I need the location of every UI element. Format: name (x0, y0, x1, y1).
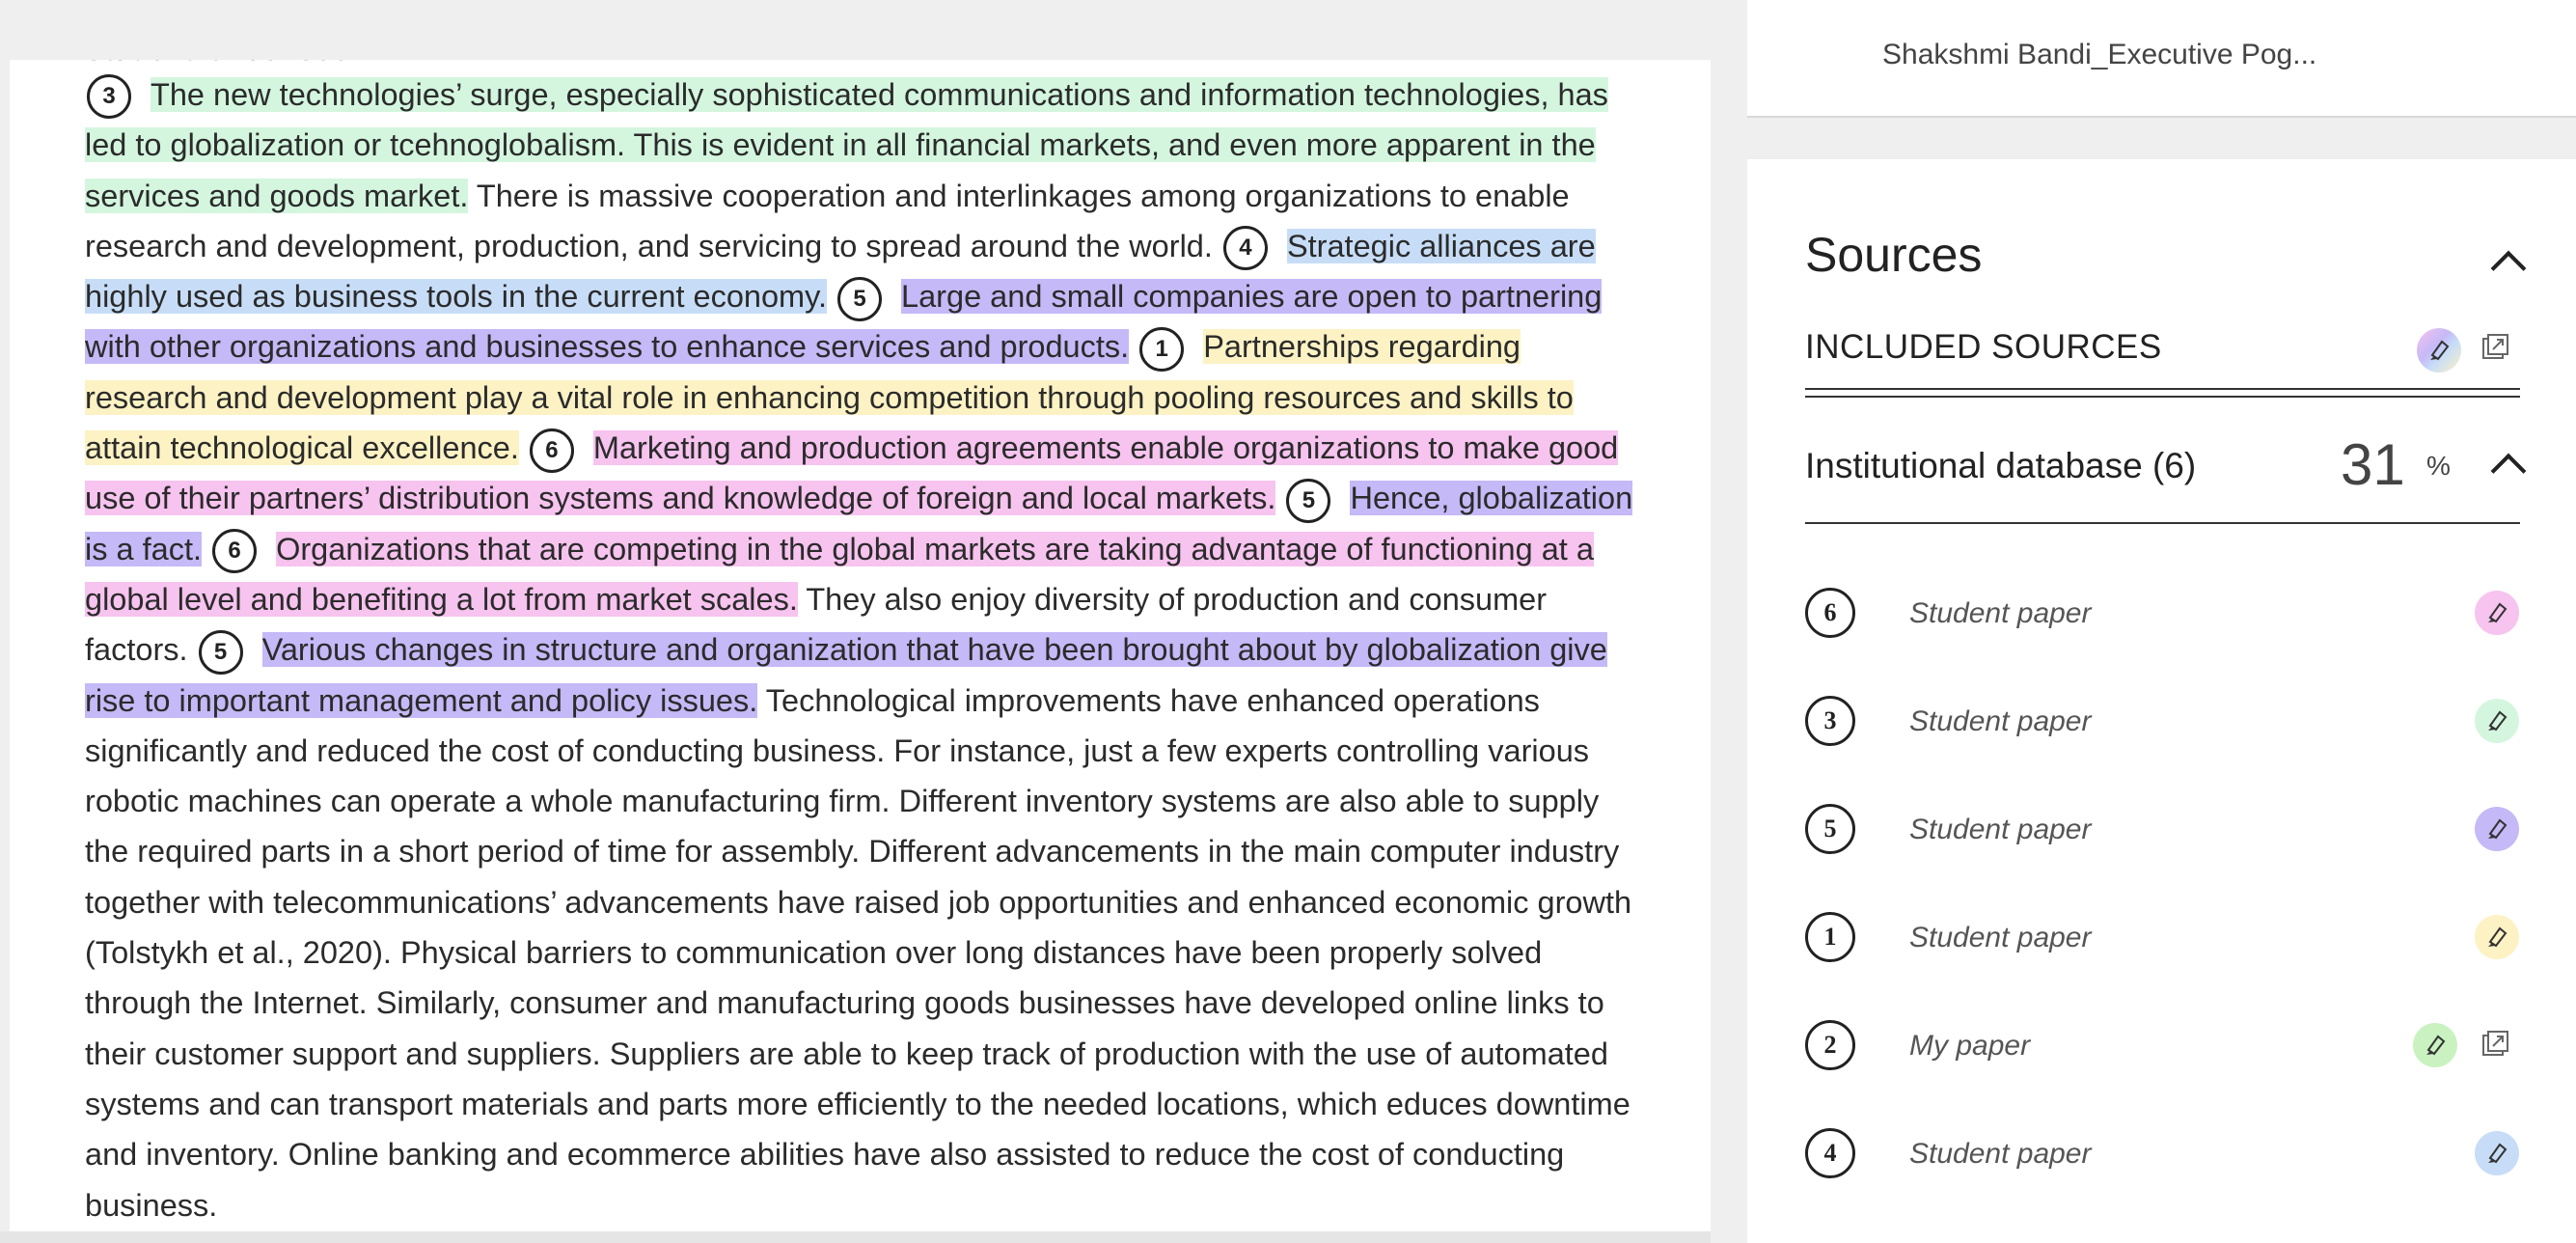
source-label: Student paper (1909, 814, 2092, 845)
document-text (1275, 481, 1284, 515)
source-match-marker[interactable]: 6 (529, 428, 574, 473)
source-label: Student paper (1909, 597, 2092, 629)
file-name: Shakshmi Bandi_Executive Pog... (1882, 39, 2317, 70)
document-clipped-header: Student id: 00289974 (83, 60, 386, 68)
source-number: 3 (1805, 696, 1855, 746)
source-row[interactable]: 4 Student paper (1805, 1117, 2520, 1194)
source-row[interactable]: 5 Student paper (1805, 792, 2520, 870)
source-number: 1 (1805, 912, 1855, 962)
source-match-marker[interactable]: 6 (212, 529, 258, 574)
open-external-icon[interactable] (2480, 1030, 2509, 1059)
highlighter-icon[interactable] (2475, 915, 2519, 959)
source-label: My paper (1909, 1030, 2031, 1062)
source-label: Student paper (1909, 922, 2092, 953)
database-percent: 31 (2341, 432, 2405, 497)
document-text (519, 430, 528, 465)
included-sources-label: INCLUDED SOURCES (1805, 328, 2162, 366)
database-percent-sign: % (2426, 451, 2451, 481)
sources-title: Sources (1805, 228, 1983, 282)
document-paragraph: 3 The new technologies’ surge, especially… (85, 69, 1648, 1230)
source-row[interactable]: 3 Student paper (1805, 684, 2520, 761)
document-scrollbar[interactable] (0, 1231, 1711, 1243)
highlighter-icon[interactable] (2413, 1023, 2457, 1067)
source-row[interactable]: 1 Student paper (1805, 900, 2520, 978)
source-row[interactable]: 2 My paper (1805, 1008, 2520, 1086)
document-text (827, 279, 836, 314)
source-match-marker[interactable]: 5 (198, 629, 243, 675)
submission-info-panel: Shakshmi Bandi_Executive Pog... (1747, 0, 2576, 118)
divider (1805, 388, 2520, 398)
highlighter-icon[interactable] (2475, 699, 2519, 743)
collapse-database-chevron-up-icon[interactable] (2490, 453, 2527, 489)
source-number: 5 (1805, 804, 1855, 854)
highlighter-icon[interactable] (2475, 1131, 2519, 1175)
source-label: Student paper (1909, 1138, 2092, 1170)
source-number: 6 (1805, 588, 1855, 638)
highlighter-icon[interactable] (2475, 807, 2519, 851)
document-viewer[interactable]: Student id: 00289974 3The new technologi… (10, 60, 1711, 1243)
highlighter-icon[interactable] (2475, 591, 2519, 635)
source-match-marker[interactable]: 5 (1286, 478, 1331, 523)
source-label: Student paper (1909, 705, 2092, 737)
document-text (202, 532, 210, 566)
document-text: Technological improvements have enhanced… (85, 682, 1632, 1223)
source-number: 2 (1805, 1020, 1855, 1070)
source-match-marker[interactable]: 3 (87, 74, 131, 120)
source-number: 4 (1805, 1128, 1855, 1178)
source-match-marker[interactable]: 5 (837, 276, 883, 321)
highlight-all-highlighter-icon[interactable] (2417, 328, 2461, 373)
document-text (1129, 329, 1137, 364)
source-match-marker[interactable]: 1 (1139, 326, 1185, 372)
open-external-icon[interactable] (2480, 333, 2509, 362)
database-name: Institutional database (6) (1805, 446, 2197, 485)
source-match-marker[interactable]: 4 (1222, 226, 1268, 271)
collapse-sources-chevron-up-icon[interactable] (2490, 250, 2527, 287)
sources-panel: Sources INCLUDED SOURCES Institutional d… (1747, 159, 2576, 1243)
divider (1805, 522, 2520, 524)
source-row[interactable]: 6 Student paper (1805, 576, 2520, 653)
